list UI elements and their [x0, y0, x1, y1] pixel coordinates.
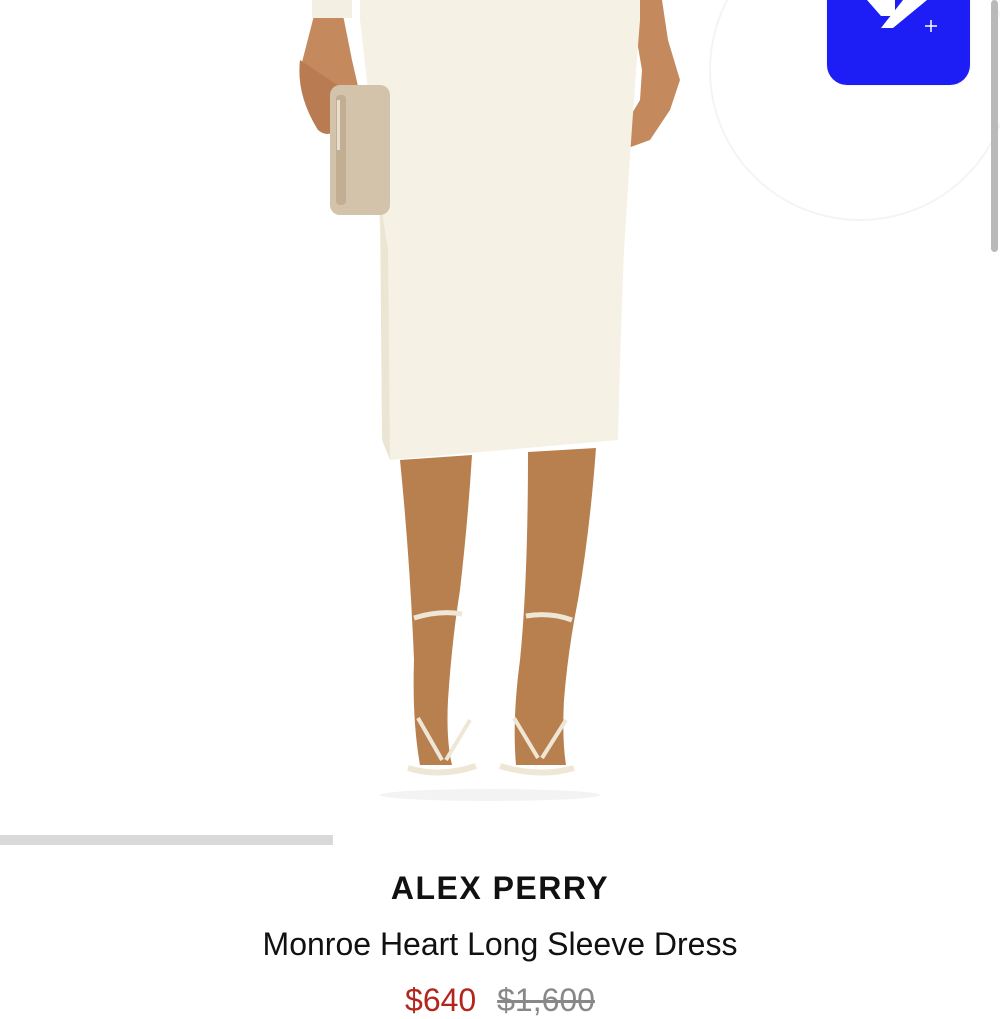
add-to-list-button[interactable] — [827, 0, 970, 85]
image-carousel-indicator — [0, 835, 1000, 845]
price-row: $640 $1,600 — [0, 982, 1000, 1019]
product-photo-illustration — [299, 0, 1000, 801]
sale-price: $640 — [405, 982, 477, 1018]
product-brand[interactable]: ALEX PERRY — [0, 870, 1000, 907]
add-to-list-icon — [867, 0, 937, 32]
original-price: $1,600 — [497, 982, 595, 1018]
scrollbar-thumb[interactable] — [991, 0, 998, 252]
product-name: Monroe Heart Long Sleeve Dress — [262, 926, 738, 962]
carousel-progress-bar — [0, 835, 333, 845]
product-image[interactable] — [0, 0, 1000, 810]
